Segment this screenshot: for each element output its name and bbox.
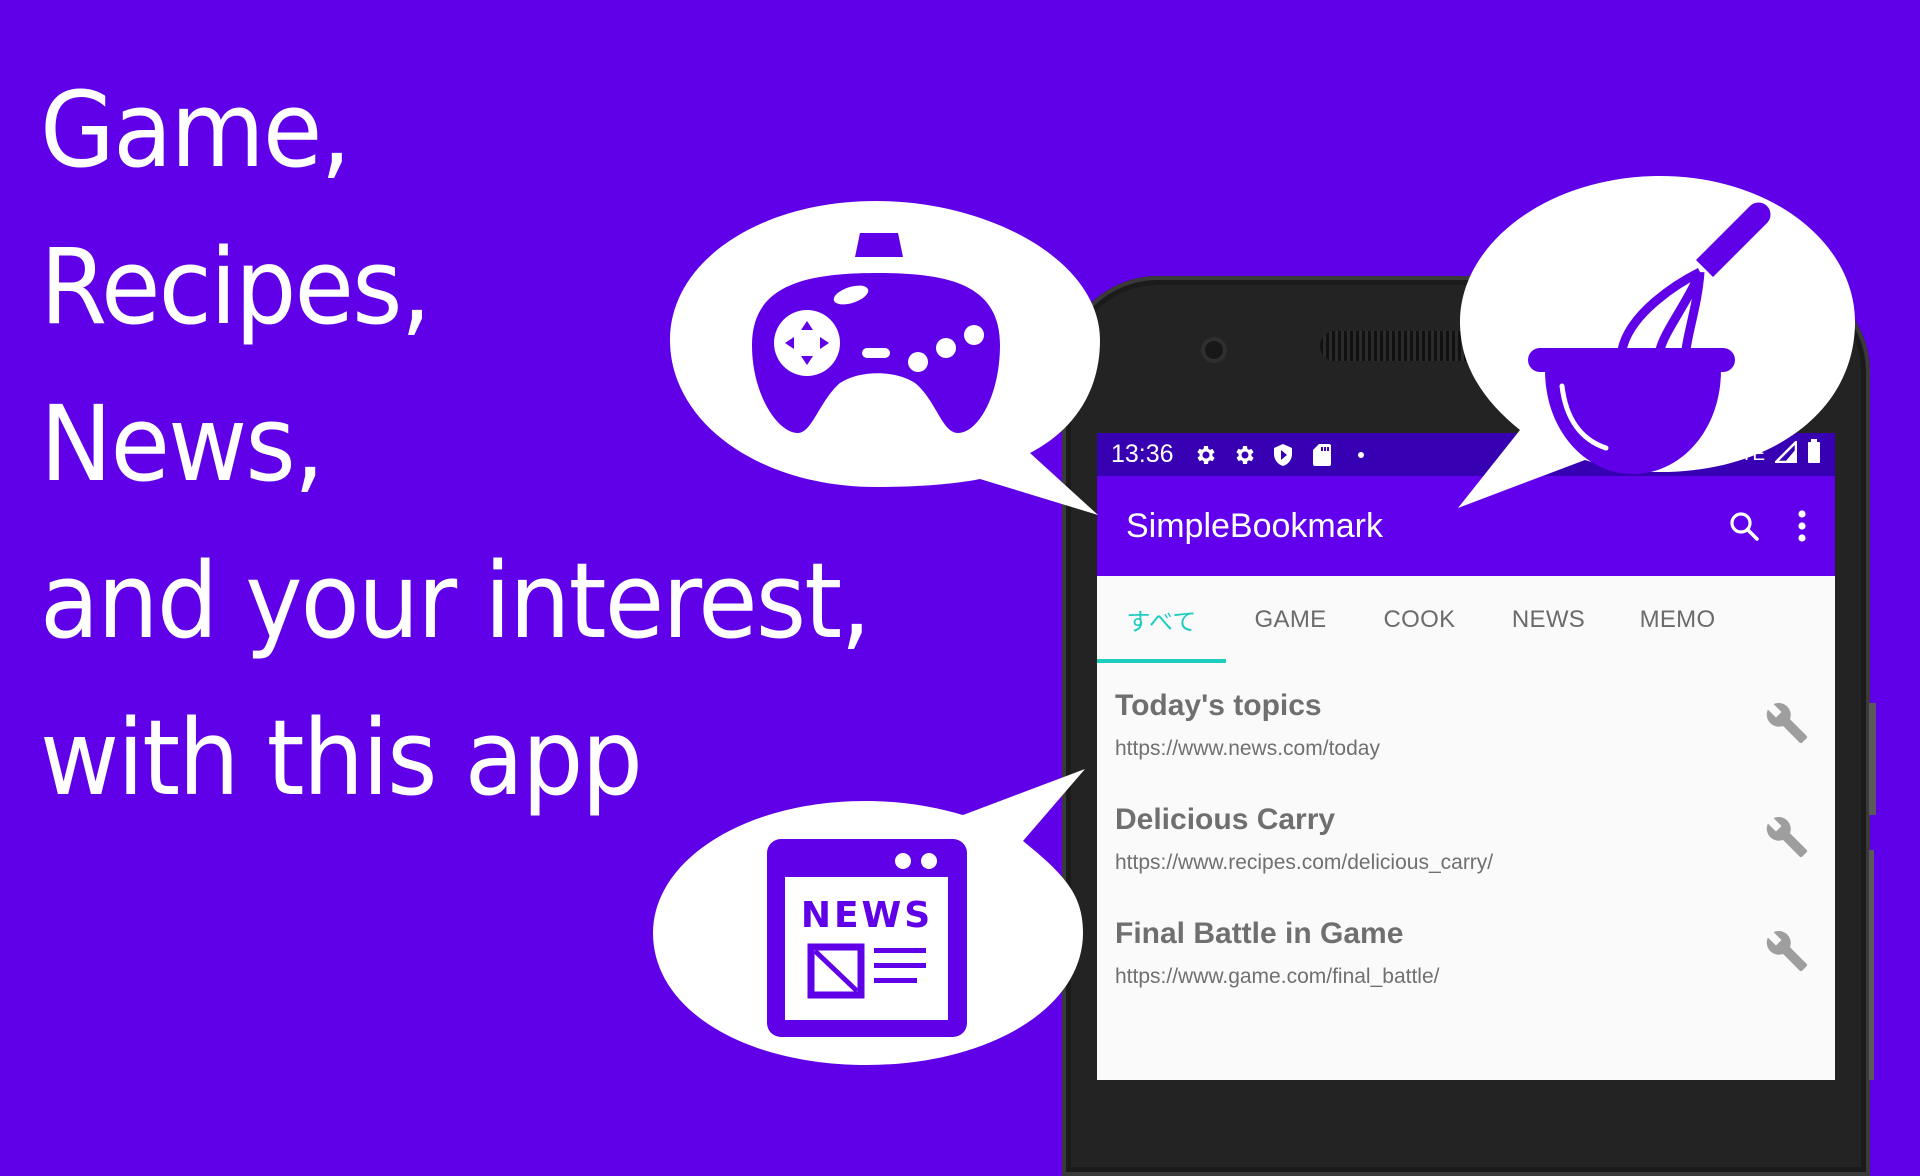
phone-screen: 13:36 LTE SimpleBookmark — [1097, 433, 1835, 1080]
bookmark-item[interactable]: Final Battle in Game https://www.game.co… — [1097, 891, 1835, 1005]
headline-line: and your interest, — [40, 540, 871, 662]
gear-icon — [1231, 442, 1257, 468]
app-title: SimpleBookmark — [1126, 506, 1383, 545]
bookmark-list: Today's topics https://www.news.com/toda… — [1097, 663, 1835, 1005]
bookmark-title: Delicious Carry — [1115, 803, 1336, 836]
headline-line: Game, — [40, 69, 351, 191]
bookmark-url: https://www.game.com/final_battle/ — [1115, 965, 1440, 988]
bookmark-item[interactable]: Delicious Carry https://www.recipes.com/… — [1097, 777, 1835, 891]
search-icon[interactable] — [1727, 509, 1761, 543]
tab-all[interactable]: すべて — [1097, 576, 1226, 663]
more-vert-icon[interactable] — [1797, 509, 1807, 543]
newspaper-icon: NEWS — [767, 839, 967, 1037]
speech-bubble-news: NEWS — [653, 769, 1085, 1065]
wrench-icon[interactable] — [1765, 815, 1809, 859]
category-tabs: すべて GAME COOK NEWS MEMO — [1097, 576, 1835, 663]
shield-play-icon — [1270, 442, 1296, 468]
status-time: 13:36 — [1111, 440, 1174, 468]
bookmark-url: https://www.news.com/today — [1115, 737, 1380, 760]
bookmark-title: Final Battle in Game — [1115, 917, 1404, 950]
tab-game[interactable]: GAME — [1226, 576, 1355, 663]
phone-side-button — [1869, 850, 1874, 1080]
front-camera — [1201, 337, 1227, 363]
dot-icon — [1348, 442, 1374, 468]
speech-bubble-game — [670, 201, 1100, 515]
speech-bubble-cook — [1458, 176, 1855, 508]
bookmark-url: https://www.recipes.com/delicious_carry/ — [1115, 851, 1494, 874]
wrench-icon[interactable] — [1765, 701, 1809, 745]
tab-news[interactable]: NEWS — [1484, 576, 1613, 663]
gear-icon — [1192, 442, 1218, 468]
bookmark-item[interactable]: Today's topics https://www.news.com/toda… — [1097, 663, 1835, 777]
phone-side-button — [1869, 703, 1876, 815]
news-label: NEWS — [801, 895, 933, 936]
bookmark-title: Today's topics — [1115, 689, 1322, 722]
tab-cook[interactable]: COOK — [1355, 576, 1484, 663]
sd-card-icon — [1309, 442, 1335, 468]
wrench-icon[interactable] — [1765, 929, 1809, 973]
tab-memo[interactable]: MEMO — [1613, 576, 1742, 663]
